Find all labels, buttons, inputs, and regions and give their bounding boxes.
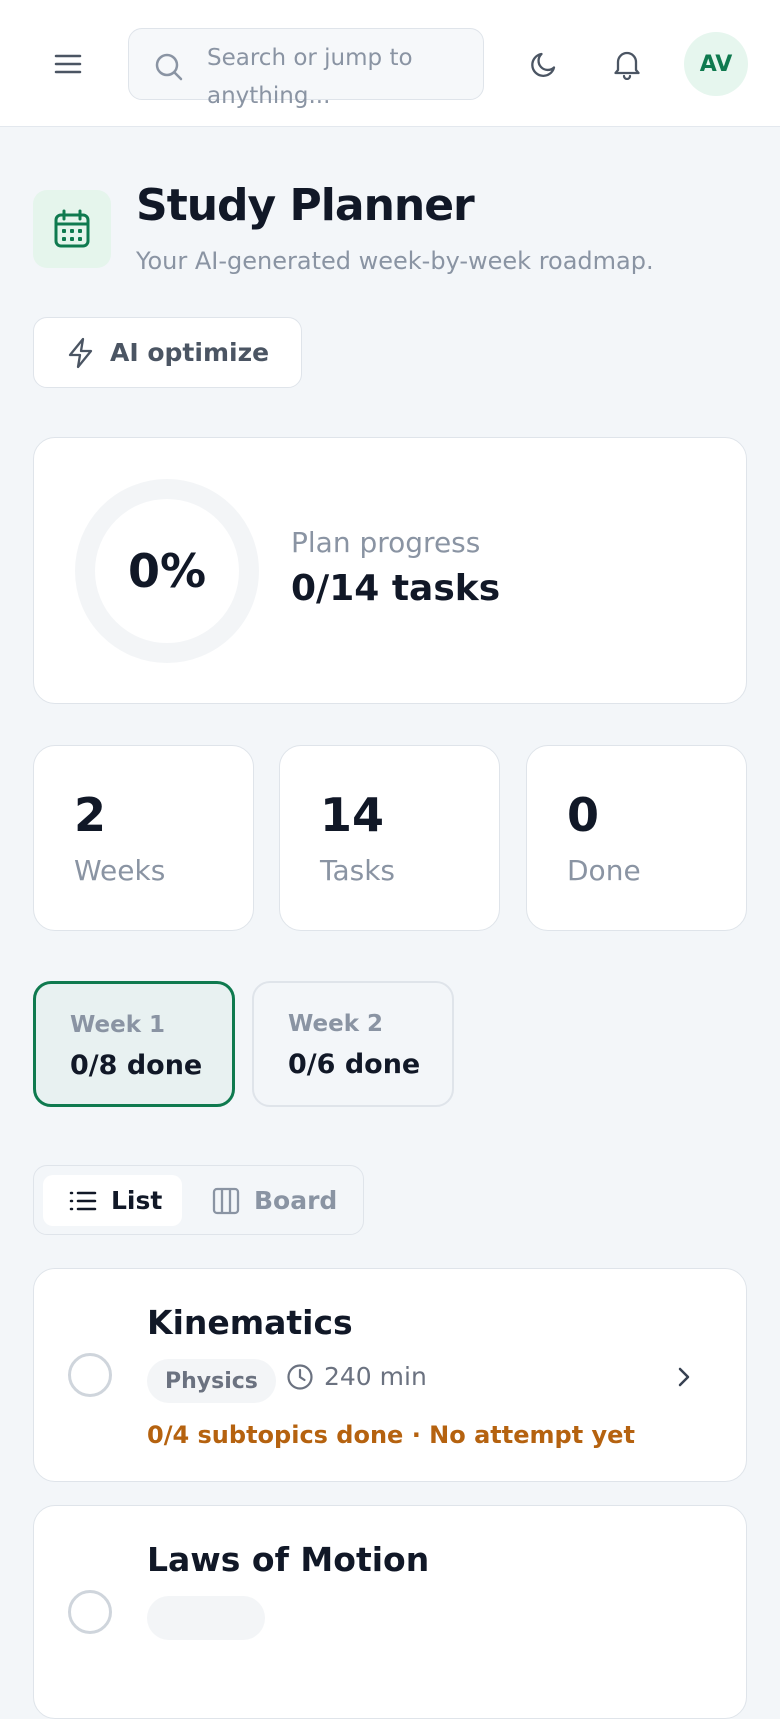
progress-percent: 0% xyxy=(127,544,207,598)
view-toggle: List Board xyxy=(33,1165,364,1235)
ai-optimize-label: AI optimize xyxy=(110,338,270,367)
task-status: 0/4 subtopics done · No attempt yet xyxy=(147,1421,635,1449)
progress-label: Plan progress xyxy=(291,526,481,559)
subject-tag: Physics xyxy=(147,1359,276,1403)
list-view-button[interactable]: List xyxy=(43,1175,182,1226)
stat-number: 0 xyxy=(567,788,600,842)
week-done: 0/8 done xyxy=(70,1050,203,1081)
stat-label: Tasks xyxy=(320,854,396,887)
search-icon xyxy=(155,53,183,81)
notifications-button[interactable] xyxy=(605,42,649,86)
search-placeholder: Search or jump to anything... xyxy=(207,45,413,109)
theme-toggle-button[interactable] xyxy=(522,42,566,86)
bell-icon xyxy=(614,51,640,80)
stat-done-card: 0 Done xyxy=(526,745,747,931)
board-icon xyxy=(212,1187,240,1214)
moon-icon xyxy=(531,52,556,77)
week-label: Week 2 xyxy=(288,1011,384,1037)
week-2-tab[interactable]: Week 2 0/6 done xyxy=(252,981,454,1107)
task-title: Kinematics xyxy=(147,1303,353,1342)
stat-number: 2 xyxy=(74,788,107,842)
week-label: Week 1 xyxy=(70,1012,166,1038)
list-icon xyxy=(69,1191,97,1210)
ai-optimize-button[interactable]: AI optimize xyxy=(33,317,302,388)
search-input[interactable]: Search or jump to anything... xyxy=(128,28,484,109)
week-1-tab[interactable]: Week 1 0/8 done xyxy=(33,981,235,1107)
top-bar: Search or jump to anything... AV xyxy=(0,0,780,127)
list-view-label: List xyxy=(111,1186,163,1215)
task-title: Laws of Motion xyxy=(147,1540,430,1579)
menu-button[interactable] xyxy=(50,46,86,82)
stat-label: Weeks xyxy=(74,854,166,887)
plan-progress-card: 0% Plan progress 0/14 tasks xyxy=(33,437,747,704)
subject-tag xyxy=(147,1596,265,1640)
calendar-icon-tile xyxy=(33,190,111,268)
page-subtitle: Your AI-generated week-by-week roadmap. xyxy=(136,247,654,275)
hamburger-icon xyxy=(54,54,82,74)
chevron-right-icon[interactable] xyxy=(664,1357,704,1397)
board-view-button[interactable]: Board xyxy=(212,1175,352,1226)
stat-number: 14 xyxy=(320,788,385,842)
clock-icon xyxy=(287,1363,313,1390)
page-title: Study Planner xyxy=(136,180,475,231)
task-card[interactable]: Kinematics Physics 240 min 0/4 subtopics… xyxy=(33,1268,747,1482)
week-done: 0/6 done xyxy=(288,1049,421,1080)
task-checkbox[interactable] xyxy=(68,1590,112,1634)
board-view-label: Board xyxy=(254,1186,338,1215)
progress-value: 0/14 tasks xyxy=(291,568,501,609)
lightning-icon xyxy=(68,337,93,368)
task-duration-text: 240 min xyxy=(324,1362,427,1391)
stat-weeks-card: 2 Weeks xyxy=(33,745,254,931)
stat-tasks-card: 14 Tasks xyxy=(279,745,500,931)
task-checkbox[interactable] xyxy=(68,1353,112,1397)
avatar[interactable]: AV xyxy=(684,32,748,96)
stat-label: Done xyxy=(567,854,641,887)
task-duration: 240 min xyxy=(286,1362,427,1391)
calendar-icon xyxy=(54,209,90,248)
task-card[interactable]: Laws of Motion xyxy=(33,1505,747,1719)
